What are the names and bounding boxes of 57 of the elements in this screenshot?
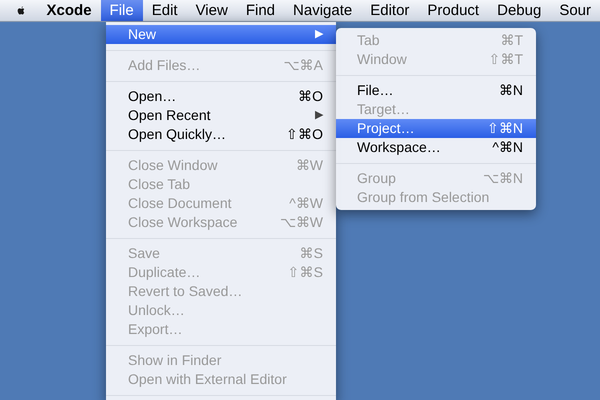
menu-item-label: Open Quickly… xyxy=(128,125,226,144)
menu-item-label: Revert to Saved… xyxy=(128,282,242,301)
shortcut-label: ⇧⌘T xyxy=(488,50,523,69)
menu-item[interactable]: Open Quickly… ⇧⌘O xyxy=(106,125,336,144)
menu-item-label: Add Files… xyxy=(128,56,200,75)
menu-bar-item[interactable]: Navigate xyxy=(284,0,362,21)
shortcut-label: ⇧⌘N xyxy=(486,119,523,138)
menu-item-label: Window xyxy=(357,50,407,69)
shortcut-label: ⌥⌘A xyxy=(284,56,323,75)
menu-item-label: Group from Selection xyxy=(357,188,490,207)
menu-item-label: Unlock… xyxy=(128,301,185,320)
menu-item-label: File… xyxy=(357,81,394,100)
menu-bar-item[interactable]: View xyxy=(186,0,237,21)
menu-item-label: Workspace… xyxy=(357,138,441,157)
submenu-arrow: ▶ xyxy=(315,27,323,42)
menu-item-label: Open… xyxy=(128,87,176,106)
shortcut-label: ⌥⌘W xyxy=(280,213,323,232)
menu-item-label: Group xyxy=(357,169,396,188)
menu-bar-item[interactable]: Sour xyxy=(550,0,600,21)
menu-item-label: Close Document xyxy=(128,194,232,213)
menu-bar-item[interactable]: Find xyxy=(236,0,284,21)
menu-item[interactable]: Project… ⇧⌘N xyxy=(336,119,536,138)
menu-item-label: Save xyxy=(128,244,160,263)
menu-item[interactable]: Open… ⌘O xyxy=(106,87,336,106)
menu-item-label: Close Window xyxy=(128,156,218,175)
shortcut-label: ⌘N xyxy=(498,81,523,100)
menu-item-label: Open Recent xyxy=(128,106,210,125)
menu-item-label: Close Workspace xyxy=(128,213,238,232)
shortcut-label: ⌘T xyxy=(500,31,523,50)
menu-item-label: Project… xyxy=(357,119,415,138)
shortcut-label: ⇧⌘S xyxy=(288,263,323,282)
shortcut-label: ^⌘W xyxy=(289,194,323,213)
shortcut-label: ⌘O xyxy=(298,87,323,106)
submenu-arrow: ▶ xyxy=(315,108,323,124)
menu-bar-item[interactable]: Product xyxy=(418,0,488,21)
menu-item-label: Close Tab xyxy=(128,175,190,194)
shortcut-label: ^⌘N xyxy=(492,138,523,157)
shortcut-label: ⇧⌘O xyxy=(286,125,323,144)
menu-item[interactable]: Workspace… ^⌘N xyxy=(336,138,536,157)
menu-item-label: Open with External Editor xyxy=(128,370,287,389)
menu-bar-item[interactable]: File xyxy=(100,0,143,21)
shortcut-label: ⌘S xyxy=(300,244,323,263)
menu-bar-item[interactable]: Editor xyxy=(361,0,418,21)
menu-item-label: Show in Finder xyxy=(128,351,222,370)
menu-item[interactable]: New ▶ xyxy=(106,25,336,44)
menu-item-label: Target… xyxy=(357,100,410,119)
app-name[interactable]: Xcode xyxy=(46,0,92,21)
menu-bar-item[interactable]: Edit xyxy=(142,0,187,21)
menu-item-label: Duplicate… xyxy=(128,263,200,282)
menu-item-label: New xyxy=(128,25,156,44)
menu-item-label: Tab xyxy=(357,31,380,50)
shortcut-label: ⌥⌘N xyxy=(482,169,523,188)
shortcut-label: ⌘W xyxy=(296,156,323,175)
menu-item[interactable]: Open Recent ▶ xyxy=(106,106,336,125)
menu-item-label: Export… xyxy=(128,320,182,339)
menu-bar-item[interactable]: Debug xyxy=(488,0,550,21)
menu-item[interactable]: File… ⌘N xyxy=(336,81,536,100)
